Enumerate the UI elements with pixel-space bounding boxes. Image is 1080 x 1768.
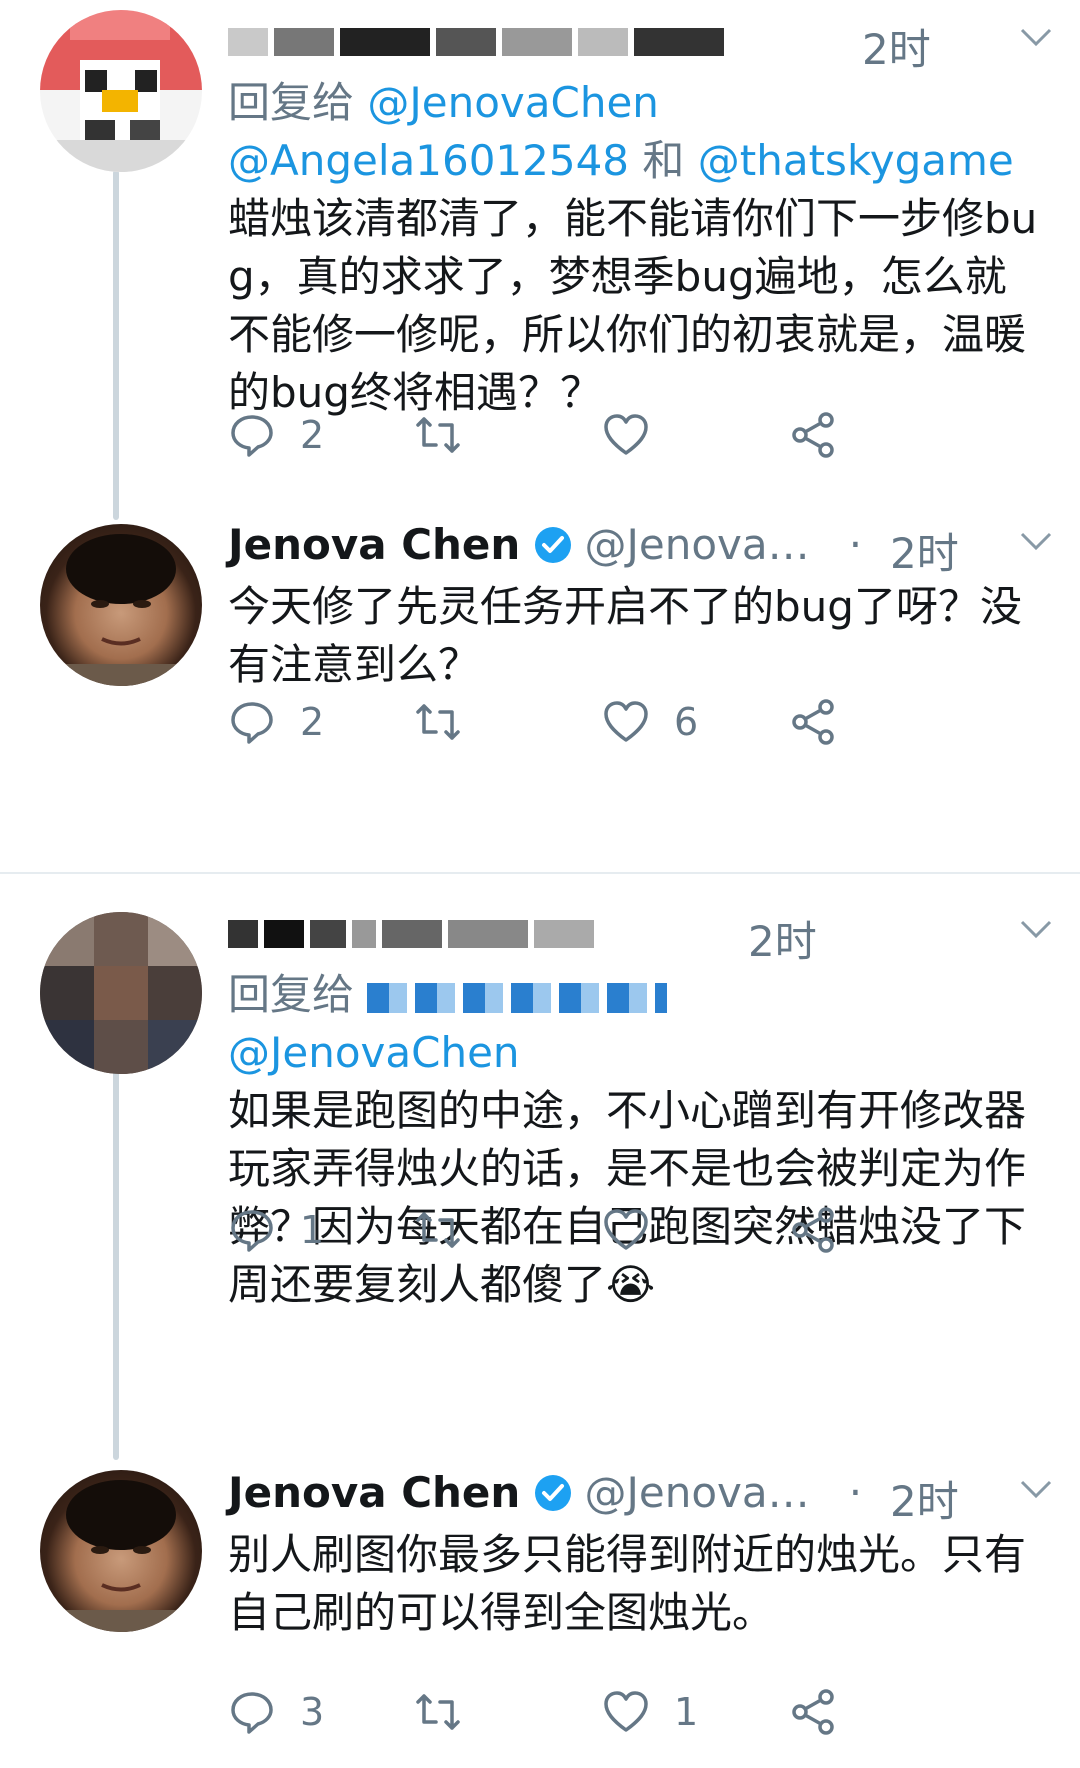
like-icon xyxy=(604,1691,648,1732)
separator-dot: · xyxy=(848,520,863,569)
avatar-jenova-chen[interactable] xyxy=(40,1470,202,1632)
reply-icon xyxy=(231,415,273,457)
reply-label: 回复给 xyxy=(228,970,355,1019)
user-handle[interactable]: @Jenova… xyxy=(585,1468,810,1517)
tweet-time: 2时 xyxy=(890,1477,959,1526)
tweet-header: Jenova Chen @Jenova… · 2时 xyxy=(228,1468,1052,1526)
tweet-text: 今天修了先灵任务开启不了的bug了呀？没有注意到么？ xyxy=(228,582,1022,689)
like-count: 1 xyxy=(674,1690,699,1734)
reply-icon xyxy=(231,1692,273,1734)
retweet-button[interactable] xyxy=(414,692,486,752)
like-button[interactable]: 1 xyxy=(602,1682,698,1742)
tweet-header: 2时 xyxy=(228,16,1052,74)
like-button[interactable] xyxy=(602,405,674,465)
tweet-text: 别人刷图你最多只能得到附近的烛光。只有自己刷的可以得到全图烛光。 xyxy=(228,1530,1027,1637)
verified-badge-icon xyxy=(535,1474,572,1511)
reply-icon xyxy=(231,1210,273,1252)
reply-button[interactable]: 3 xyxy=(228,1682,324,1742)
retweet-button[interactable] xyxy=(414,1682,486,1742)
redacted-name xyxy=(228,28,730,64)
tweet-content: 2时 回复给 @JenovaChen @Angela16012548 和 @th… xyxy=(228,16,1052,422)
mention-link[interactable]: @JenovaChen xyxy=(367,78,659,127)
like-icon xyxy=(604,414,648,455)
avatar-redacted[interactable] xyxy=(40,912,202,1074)
thread-line xyxy=(113,1070,119,1460)
reply-count: 3 xyxy=(300,1690,325,1734)
separator-dot: · xyxy=(848,1468,863,1517)
reply-count: 1 xyxy=(300,1208,325,1252)
display-name[interactable]: Jenova Chen xyxy=(228,1468,520,1517)
mention-connector: 和 xyxy=(642,136,685,185)
tweet-text: 蜡烛该清都清了，能不能请你们下一步修bug，真的求求了，梦想季bug遍地，怎么就… xyxy=(228,194,1038,417)
tweet-header: 2时 xyxy=(228,908,1052,966)
retweet-icon xyxy=(416,704,460,740)
retweet-button[interactable] xyxy=(414,405,486,465)
share-button[interactable] xyxy=(790,405,838,465)
redacted-mention[interactable] xyxy=(367,982,668,1013)
reply-button[interactable]: 2 xyxy=(228,692,324,752)
tweet-actions: 1 xyxy=(228,1200,928,1260)
reply-icon xyxy=(231,702,273,744)
chevron-down-icon[interactable] xyxy=(1016,1474,1056,1504)
chevron-down-icon[interactable] xyxy=(1016,22,1056,52)
retweet-icon xyxy=(416,1212,460,1248)
reply-to: 回复给 @JenovaChen @Angela16012548 和 @thats… xyxy=(228,74,1048,190)
avatar-jenova-chen[interactable] xyxy=(40,524,202,686)
like-icon xyxy=(604,701,648,742)
reply-count: 2 xyxy=(300,413,325,457)
share-button[interactable] xyxy=(790,1200,838,1260)
chevron-down-icon[interactable] xyxy=(1016,914,1056,944)
share-icon xyxy=(792,699,834,745)
tweet-content: Jenova Chen @Jenova… · 2时 今天修了先灵任务开启不了的b… xyxy=(228,520,1052,694)
mention-link[interactable]: @JenovaChen xyxy=(228,1028,520,1077)
tweet-text: 如果是跑图的中途，不小心蹭到有开修改器玩家弄得烛火的话，是不是也会被判定为作弊？… xyxy=(228,1086,1027,1309)
avatar-redacted[interactable] xyxy=(40,10,202,172)
thread-line xyxy=(113,170,119,520)
reply-to: 回复给 @JenovaChen xyxy=(228,966,1048,1082)
like-button[interactable]: 6 xyxy=(602,692,698,752)
like-icon xyxy=(604,1209,648,1250)
thread-divider xyxy=(0,872,1080,874)
reply-button[interactable]: 1 xyxy=(228,1200,324,1260)
tweet-header: Jenova Chen @Jenova… · 2时 xyxy=(228,520,1052,578)
retweet-icon xyxy=(416,417,460,453)
display-name[interactable]: Jenova Chen xyxy=(228,520,520,569)
verified-badge-icon xyxy=(535,526,572,563)
share-icon xyxy=(792,1689,834,1735)
redacted-name xyxy=(228,920,600,956)
user-handle[interactable]: @Jenova… xyxy=(585,520,810,569)
tweet-time: 2时 xyxy=(862,25,931,74)
reply-button[interactable]: 2 xyxy=(228,405,324,465)
reply-label: 回复给 xyxy=(228,78,355,127)
tweet-time: 2时 xyxy=(890,529,959,578)
like-count: 6 xyxy=(674,700,699,744)
share-icon xyxy=(792,1207,834,1253)
chevron-down-icon[interactable] xyxy=(1016,526,1056,556)
retweet-button[interactable] xyxy=(414,1200,486,1260)
mention-link[interactable]: @thatskygame xyxy=(698,136,1014,185)
mention-link[interactable]: @Angela16012548 xyxy=(228,136,629,185)
share-button[interactable] xyxy=(790,692,838,752)
share-button[interactable] xyxy=(790,1682,838,1742)
tweet-actions: 3 1 xyxy=(228,1682,928,1742)
tweet-actions: 2 6 xyxy=(228,692,928,752)
retweet-icon xyxy=(416,1694,460,1730)
like-button[interactable] xyxy=(602,1200,674,1260)
tweet-content: Jenova Chen @Jenova… · 2时 别人刷图你最多只能得到附近的… xyxy=(228,1468,1052,1642)
tweet-actions: 2 xyxy=(228,405,928,465)
tweet-time: 2时 xyxy=(748,917,817,966)
share-icon xyxy=(792,412,834,458)
reply-count: 2 xyxy=(300,700,325,744)
